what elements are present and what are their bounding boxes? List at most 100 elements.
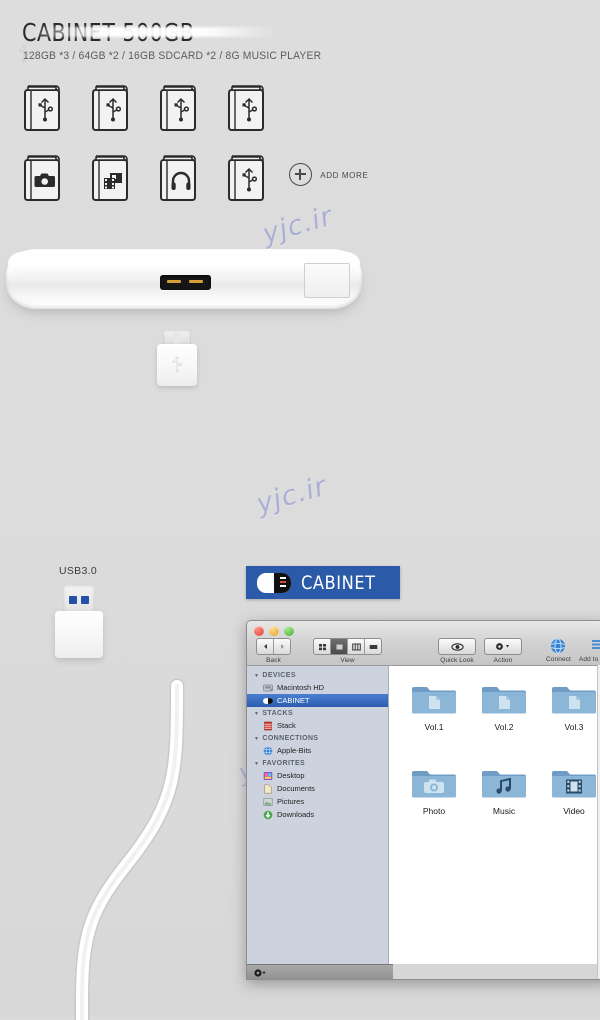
cabinet-drive-icon	[263, 697, 273, 704]
window-controls	[254, 626, 294, 636]
globe-icon	[263, 745, 273, 756]
finder-sidebar[interactable]: DEVICES Macintosh HD CABINET	[247, 666, 389, 964]
close-button[interactable]	[254, 626, 264, 636]
sidebar-item-cabinet[interactable]: CABINET	[247, 694, 388, 707]
usb3-pin-left	[69, 596, 77, 604]
eye-icon[interactable]	[438, 638, 476, 655]
folder-row-1: Vol.1 Vol.2 Vol.3	[389, 666, 600, 732]
headphones-icon	[160, 155, 196, 201]
view-mode-segments-icon[interactable]	[313, 638, 382, 655]
add-more-button[interactable]: ADD MORE	[289, 163, 370, 186]
folder-row-2: Photo Music Video	[389, 732, 600, 816]
camera-module[interactable]	[20, 148, 65, 204]
folder-doc-icon	[552, 687, 596, 714]
sidebar-item-apple-bits[interactable]: Apple-Bits	[247, 744, 388, 757]
folder-doc-icon	[482, 687, 526, 714]
plus-icon	[289, 163, 312, 186]
poster-canvas: CABINET 500GB 128GB *3 / 64GB *2 / 16GB …	[0, 0, 600, 1020]
micro-usb3-connector	[157, 330, 197, 386]
finder-toolbar: Back View Quick Look Action Connect Add …	[251, 638, 600, 664]
sidebar-item-downloads[interactable]: Downloads	[247, 808, 388, 821]
maximize-button[interactable]	[284, 626, 294, 636]
add-more-label: ADD MORE	[320, 169, 369, 180]
usb-port	[160, 275, 211, 290]
folder-photo[interactable]: Photo	[399, 764, 469, 816]
usb-icon	[228, 155, 264, 201]
sidebar-label: Desktop	[277, 771, 305, 780]
toolbar-connect[interactable]: Connect	[546, 638, 571, 663]
usb-a-connector	[55, 585, 103, 658]
toolbar-action-label: Action	[493, 657, 513, 664]
toolbar-quick-look[interactable]: Quick Look	[438, 638, 476, 664]
finder-body: DEVICES Macintosh HD CABINET	[247, 665, 600, 979]
usb-logo-icon	[19, 44, 31, 63]
list-add-icon[interactable]	[591, 638, 600, 654]
usb-logo-icon	[172, 356, 183, 373]
finder-status-bar[interactable]	[247, 964, 393, 979]
folder-camera-icon	[412, 771, 456, 798]
toolbar-view[interactable]: View	[313, 638, 382, 664]
usb-module-5[interactable]	[224, 148, 269, 204]
folder-label: Vol.1	[424, 722, 444, 732]
usb-icon	[92, 85, 128, 131]
folder-label: Vol.3	[564, 722, 584, 732]
folder-vol-2[interactable]: Vol.2	[469, 680, 539, 732]
sidebar-label: Apple-Bits	[277, 746, 312, 755]
sidebar-header-favorites[interactable]: FAVORITES	[247, 757, 388, 769]
toolbar-connect-label: Connect	[546, 656, 571, 663]
cabinet-drive-icon	[257, 572, 291, 593]
finder-window[interactable]: Back View Quick Look Action Connect Add …	[246, 620, 600, 980]
sidebar-label: Pictures	[277, 797, 305, 806]
toolbar-back[interactable]: Back	[256, 638, 291, 664]
desktop-icon	[263, 771, 273, 780]
sidebar-item-documents[interactable]: Documents	[247, 782, 388, 795]
toolbar-action[interactable]: Action	[484, 638, 522, 664]
media-module[interactable]	[88, 148, 133, 204]
sidebar-item-desktop[interactable]: Desktop	[247, 769, 388, 782]
globe-icon[interactable]	[550, 638, 566, 654]
toolbar-view-label: View	[340, 657, 355, 664]
usb-module-3[interactable]	[156, 78, 201, 134]
stack-icon	[264, 721, 272, 730]
usb-version-label: USB3.0	[59, 565, 97, 577]
toolbar-back-label: Back	[266, 657, 281, 664]
cabinet-badge-label: CABINET	[300, 571, 376, 594]
usb-icon	[228, 85, 264, 131]
sidebar-label: Macintosh HD	[277, 683, 325, 692]
folder-vol-1[interactable]: Vol.1	[399, 680, 469, 732]
sidebar-header-stacks[interactable]: STACKS	[247, 707, 388, 719]
finder-titlebar[interactable]: Back View Quick Look Action Connect Add …	[247, 621, 600, 666]
drive-end-cap	[304, 263, 350, 298]
usb-a-metal-tip	[63, 585, 95, 613]
sidebar-label: Stack	[277, 721, 296, 730]
minimize-button[interactable]	[269, 626, 279, 636]
gear-icon[interactable]	[484, 638, 522, 655]
sidebar-label: Documents	[277, 784, 315, 793]
sidebar-item-stack[interactable]: Stack	[247, 719, 388, 732]
folder-label: Vol.2	[494, 722, 514, 732]
folder-label: Photo	[422, 806, 446, 816]
audio-module[interactable]	[156, 148, 201, 204]
usb-a-housing	[55, 611, 103, 658]
finder-content-area[interactable]: Vol.1 Vol.2 Vol.3 Photo Music Video	[389, 666, 600, 964]
usb-module-2[interactable]	[88, 78, 133, 134]
folder-doc-icon	[412, 687, 456, 714]
gear-dropdown-icon[interactable]	[253, 968, 267, 978]
usb-module-4[interactable]	[224, 78, 269, 134]
sidebar-item-pictures[interactable]: Pictures	[247, 795, 388, 808]
usb-icon	[160, 85, 196, 131]
sidebar-header-connections[interactable]: CONNECTIONS	[247, 732, 388, 744]
sidebar-label: CABINET	[277, 696, 310, 705]
back-forward-arrows-icon[interactable]	[256, 638, 291, 655]
sidebar-label: Downloads	[277, 810, 315, 819]
toolbar-add-to-queue[interactable]: Add to Queue	[579, 638, 600, 663]
folder-video[interactable]: Video	[539, 764, 600, 816]
folder-music[interactable]: Music	[469, 764, 539, 816]
usb-module-1[interactable]	[20, 78, 65, 134]
folder-vol-3[interactable]: Vol.3	[539, 680, 600, 732]
documents-icon	[264, 784, 272, 793]
sidebar-header-devices[interactable]: DEVICES	[247, 669, 388, 681]
usb-icon	[24, 85, 60, 131]
cabinet-badge: CABINET	[246, 566, 400, 599]
sidebar-item-macintosh-hd[interactable]: Macintosh HD	[247, 681, 388, 694]
